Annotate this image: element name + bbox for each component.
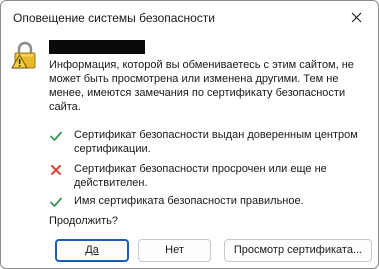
check-text-name: Имя сертификата безопасности правильное. bbox=[74, 195, 304, 207]
cross-icon bbox=[51, 165, 61, 175]
no-button[interactable]: Нет bbox=[138, 239, 211, 262]
check-icon bbox=[50, 197, 62, 207]
check-item-expiry: Сертификат безопасности просрочен или ещ… bbox=[49, 162, 371, 190]
continue-prompt: Продолжить? bbox=[49, 215, 119, 227]
view-certificate-button[interactable]: Просмотр сертификата... bbox=[224, 239, 372, 262]
padlock-warning-icon bbox=[11, 41, 36, 69]
check-item-issuer: Сертификат безопасности выдан доверенным… bbox=[49, 128, 371, 156]
yes-button-label: Да bbox=[85, 244, 99, 256]
yes-button[interactable]: Да bbox=[55, 239, 129, 262]
window-title: Оповещение системы безопасности bbox=[13, 11, 215, 25]
close-button[interactable] bbox=[334, 1, 378, 33]
check-item-name: Имя сертификата безопасности правильное. bbox=[49, 194, 304, 209]
title-bar: Оповещение системы безопасности bbox=[1, 1, 378, 35]
close-icon bbox=[351, 12, 361, 22]
check-text-issuer: Сертификат безопасности выдан доверенным… bbox=[74, 129, 358, 155]
security-alert-dialog: Оповещение системы безопасности Информац… bbox=[0, 0, 379, 269]
redacted-hostname bbox=[49, 40, 145, 54]
no-button-label: Нет bbox=[165, 244, 184, 256]
check-text-expiry: Сертификат безопасности просрочен или ещ… bbox=[74, 163, 327, 189]
check-icon bbox=[50, 131, 62, 141]
intro-message: Информация, которой вы обмениваетесь с э… bbox=[49, 59, 354, 113]
view-certificate-button-label: Просмотр сертификата... bbox=[233, 244, 363, 256]
